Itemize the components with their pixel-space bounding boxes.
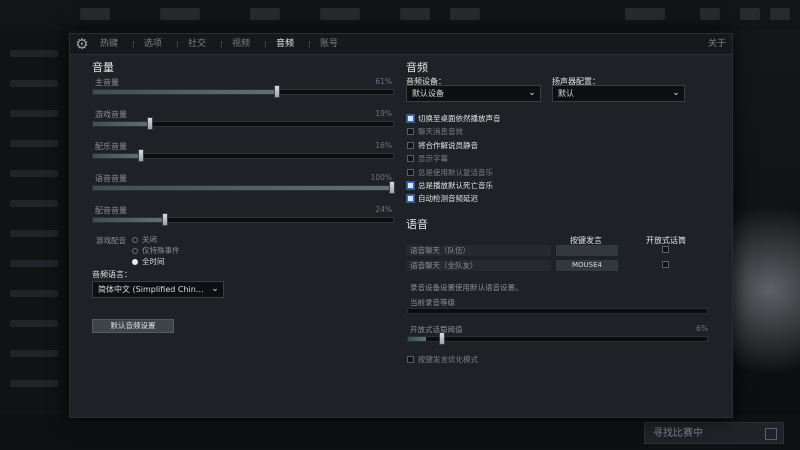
radio-special-events[interactable]: 仅特殊事件 <box>132 245 180 256</box>
voice-section-title: 语音 <box>406 218 428 231</box>
auto-detect-latency-checkbox[interactable]: 自动检测音频延迟 <box>407 194 478 204</box>
voice-volume-value: 100% <box>370 173 392 182</box>
mute-coop-caster-checkbox[interactable]: 将合作解说员静音 <box>407 141 478 151</box>
find-match-button[interactable]: 寻找比赛中 <box>644 422 784 444</box>
game-volume-slider[interactable] <box>92 117 394 130</box>
slider-thumb[interactable] <box>147 117 154 130</box>
ptt-optimize-checkbox[interactable]: 按键发言优化模式 <box>407 355 478 365</box>
volume-section-title: 音量 <box>92 61 114 74</box>
open-mic-threshold-label: 开放式话筒阈值 <box>410 325 463 334</box>
speaker-config-select[interactable]: 默认 ⌄ <box>552 85 685 102</box>
game-volume-value: 19% <box>375 109 392 118</box>
dashboard-topbar <box>0 0 800 30</box>
slider-fill <box>93 154 141 158</box>
tab-hotkeys[interactable]: 热键 <box>100 34 118 54</box>
open-mic-threshold-value: 6% <box>696 324 708 333</box>
voice-volume-slider[interactable] <box>92 181 395 194</box>
default-audio-settings-button[interactable]: 默认音频设置 <box>92 319 174 333</box>
gear-icon: ⚙ <box>75 35 89 53</box>
slider-fill <box>93 122 150 126</box>
chat-sound-checkbox[interactable]: 聊天消息音效 <box>407 127 463 137</box>
announcer-volume-label: 配音音量 <box>95 206 127 215</box>
audio-language-label: 音频语言： <box>92 270 132 279</box>
about-link[interactable]: 关于 <box>708 34 726 54</box>
find-match-label: 寻找比赛中 <box>653 428 703 439</box>
tab-social[interactable]: 社交 <box>188 34 206 54</box>
tab-options[interactable]: 选项 <box>144 34 162 54</box>
checkbox-box <box>407 182 414 189</box>
current-level-label: 当前录音等级 <box>410 298 455 307</box>
voice-chat-all-label: 语音聊天（全队友） <box>406 260 551 271</box>
slider-thumb[interactable] <box>439 332 446 345</box>
announcer-volume-slider[interactable] <box>92 213 394 226</box>
game-voice-label: 游戏配音 <box>96 236 126 245</box>
slider-thumb[interactable] <box>162 213 169 226</box>
checkbox-box <box>407 115 414 122</box>
audio-device-select[interactable]: 默认设备 ⌄ <box>406 85 541 102</box>
slider-fill <box>93 186 393 190</box>
checkbox-box <box>407 128 414 136</box>
music-volume-value: 16% <box>375 141 392 150</box>
tab-audio[interactable]: 音频 <box>276 34 294 54</box>
dashboard-bottom-bar: 寻找比赛中 <box>0 414 800 450</box>
tab-account[interactable]: 账号 <box>320 34 338 54</box>
chevron-down-icon: ⌄ <box>528 88 536 98</box>
default-respawn-music-checkbox[interactable]: 总是使用默认复活音乐 <box>407 168 493 178</box>
voice-chat-team-hotkey[interactable] <box>556 245 618 256</box>
checkbox-box <box>407 155 414 163</box>
audio-section-title: 音频 <box>406 61 428 74</box>
voice-chat-team-label: 语音聊天（队伍） <box>406 245 551 256</box>
slider-thumb[interactable] <box>138 149 145 162</box>
tab-video[interactable]: 视频 <box>232 34 250 54</box>
chevron-down-icon: ⌄ <box>211 284 219 294</box>
music-volume-label: 配乐音量 <box>95 142 127 151</box>
master-volume-label: 主音量 <box>95 78 119 87</box>
desktop-sound-checkbox[interactable]: 切换至桌面依然播放声音 <box>407 114 501 124</box>
voice-volume-label: 语音音量 <box>95 174 127 183</box>
open-mic-threshold-slider[interactable] <box>407 332 708 345</box>
master-volume-slider[interactable] <box>92 85 394 98</box>
slider-thumb[interactable] <box>389 181 395 194</box>
master-volume-value: 61% <box>375 77 392 86</box>
dashboard-left-column <box>0 30 68 440</box>
music-volume-slider[interactable] <box>92 149 394 162</box>
default-death-music-checkbox[interactable]: 总是播放默认死亡音乐 <box>407 181 493 191</box>
checkbox-box <box>407 356 414 363</box>
voice-chat-all-openmic-checkbox[interactable] <box>662 261 669 268</box>
open-mic-header: 开放式话筒 <box>646 236 686 245</box>
slider-thumb[interactable] <box>274 85 281 98</box>
chevron-down-icon: ⌄ <box>672 88 680 98</box>
radio-off[interactable]: 关闭 <box>132 234 157 245</box>
recording-note: 录音设备设置使用默认语音设置。 <box>410 283 523 292</box>
settings-dialog: ⚙ 热键 选项 社交 视频 音频 账号 关于 音量 游戏配音 关闭 仅特殊事件 … <box>69 33 733 418</box>
audio-language-select[interactable]: 简体中文 (Simplified Chin… ⌄ <box>92 281 224 298</box>
cancel-icon <box>765 428 777 440</box>
radio-always[interactable]: 全时间 <box>132 256 165 267</box>
recording-level-meter <box>407 308 708 314</box>
slider-fill <box>93 218 165 222</box>
announcer-volume-value: 24% <box>375 205 392 214</box>
voice-chat-all-hotkey[interactable]: MOUSE4 <box>556 260 618 271</box>
subtitles-checkbox[interactable]: 显示字幕 <box>407 154 448 164</box>
game-volume-label: 游戏音量 <box>95 110 127 119</box>
checkbox-box <box>407 168 414 176</box>
checkbox-box <box>407 141 414 149</box>
voice-chat-team-openmic-checkbox[interactable] <box>662 246 669 253</box>
checkbox-box <box>407 195 414 203</box>
slider-fill <box>93 90 276 94</box>
settings-tabs: ⚙ 热键 选项 社交 视频 音频 账号 关于 <box>70 34 732 55</box>
